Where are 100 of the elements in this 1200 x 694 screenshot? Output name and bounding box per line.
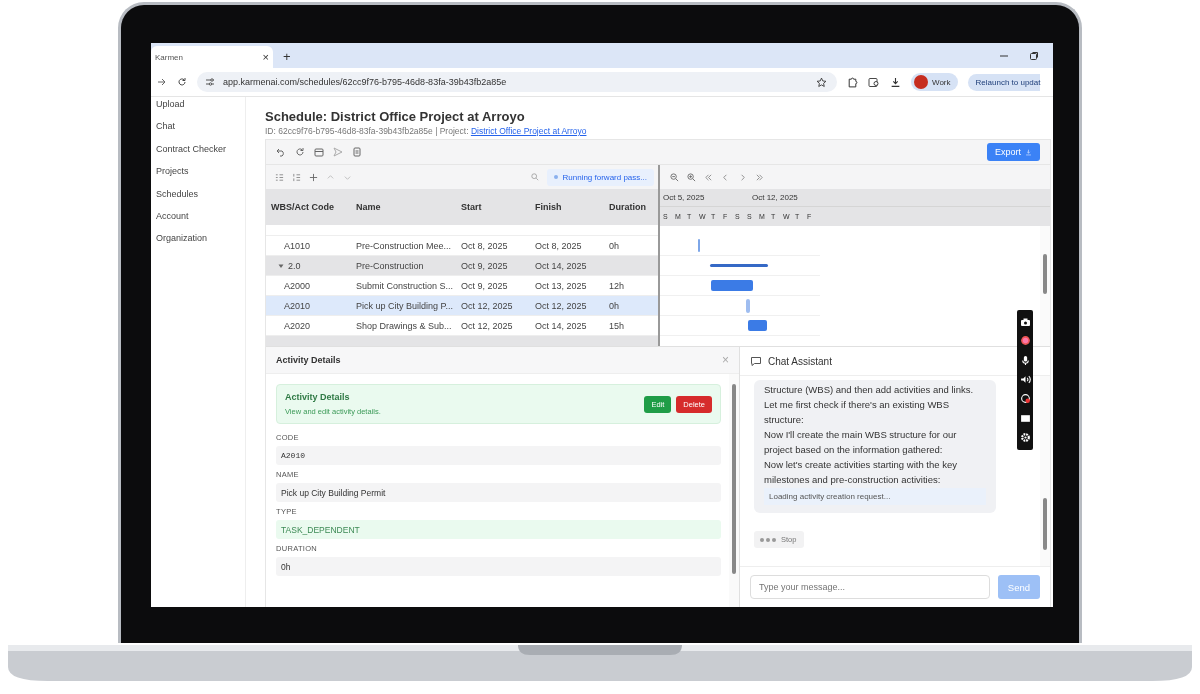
- table-cell: 15h: [609, 320, 625, 331]
- webcam-icon[interactable]: [1019, 393, 1031, 405]
- table-cell: 0h: [609, 240, 619, 251]
- status-badge: Running forward pass...: [546, 168, 654, 186]
- message-text: Now let's create activities starting with the key milestones and pre-construction activities:: [764, 458, 958, 487]
- table-cell-text: Oct 13, 2025: [534, 280, 588, 291]
- indent-icon[interactable]: [275, 172, 284, 182]
- typing-dots-icon: [760, 537, 776, 542]
- card-title: Activity Details: [285, 392, 351, 402]
- column-header[interactable]: Finish: [530, 202, 604, 212]
- zoom-out-icon[interactable]: [670, 172, 679, 182]
- table-cell-text: Pre-Construction: [355, 260, 425, 271]
- export-button[interactable]: Export: [987, 143, 1040, 161]
- calendar-icon[interactable]: [314, 147, 324, 157]
- camera-icon[interactable]: [1019, 317, 1031, 328]
- double-chevron-right-icon[interactable]: [755, 172, 764, 182]
- table-cell-text: Oct 9, 2025: [460, 260, 509, 271]
- table-cell-text: Oct 14, 2025: [534, 320, 588, 331]
- extensions-icon[interactable]: [847, 76, 858, 88]
- relaunch-button[interactable]: Relaunch to updat: [967, 73, 1041, 91]
- address-bar[interactable]: app.karmenai.com/schedules/62cc9f76-b795-46d8-83fa-39b43fb2a85e: [197, 72, 837, 92]
- week-label: Oct 12, 2025: [751, 193, 799, 202]
- chevron-right-icon[interactable]: [738, 172, 747, 182]
- table-cell: A2000: [284, 280, 311, 291]
- caret-icon[interactable]: [278, 262, 284, 269]
- input-field[interactable]: Pick up City Building Permit: [276, 483, 721, 502]
- table-cell-text: Submit Construction S...: [355, 280, 455, 291]
- window-icon[interactable]: [1019, 412, 1031, 424]
- table-row[interactable]: A2010 Pick up City Building P... Oct 12, 2025 Oct 12, 2025 0h: [266, 296, 658, 316]
- table-cell: A2020: [284, 320, 311, 331]
- schedule-title: Schedule: District Office Project at Arroyo: [265, 109, 526, 124]
- forward-icon[interactable]: [157, 77, 167, 87]
- table-cell-text: Oct 8, 2025: [460, 240, 509, 251]
- undo-icon[interactable]: [276, 147, 286, 157]
- tab-close[interactable]: ×: [262, 51, 269, 63]
- site-settings-icon[interactable]: [205, 77, 215, 87]
- schedule-id-line: ID: 62cc9f76-b795-46d8-83fa-39b43fb2a85e | Project: District Office Project at Arroyo: [265, 126, 588, 136]
- reload-icon[interactable]: [177, 77, 187, 87]
- table-cell-text: Pick up City Building P...: [355, 300, 454, 311]
- tab-title[interactable]: Karmen: [155, 52, 263, 62]
- panel-title: Chat Assistant: [768, 355, 832, 367]
- loading-message: Loading activity creation request...: [764, 488, 986, 505]
- table-row[interactable]: 2.0 Pre-Construction Oct 9, 2025 Oct 14, 2025: [266, 256, 658, 276]
- zoom-in-icon[interactable]: [687, 172, 696, 182]
- column-header[interactable]: WBS/Act Code: [266, 202, 351, 212]
- table-cell: A2010: [284, 300, 311, 311]
- settings-icon[interactable]: [1019, 431, 1031, 443]
- tab-search-icon[interactable]: [868, 76, 880, 88]
- table-cell-text: Oct 14, 2025: [534, 260, 588, 271]
- sidebar-item[interactable]: Projects: [156, 166, 245, 189]
- new-tab-button[interactable]: +: [283, 49, 291, 64]
- table-cell: 0h: [609, 300, 619, 311]
- double-chevron-left-icon[interactable]: [704, 172, 713, 182]
- project-link[interactable]: District Office Project at Arroyo: [470, 126, 587, 136]
- table-cell-text: Pre-Construction Mee...: [355, 240, 453, 251]
- sidebar-item[interactable]: Contract Checker: [156, 143, 245, 167]
- restore-icon[interactable]: [1029, 51, 1039, 61]
- table-cell-text: Shop Drawings & Sub...: [355, 320, 453, 331]
- redo-icon[interactable]: [295, 147, 305, 157]
- star-icon[interactable]: [816, 76, 827, 88]
- record-icon[interactable]: [1019, 335, 1031, 347]
- sidebar-item[interactable]: Upload: [156, 99, 245, 122]
- sidebar-item[interactable]: Schedules: [156, 188, 245, 211]
- message-text: Now I'll create the main WBS structure for our project based on the information gathered:: [764, 428, 958, 457]
- scrollbar[interactable]: [1040, 376, 1050, 566]
- search-icon[interactable]: [530, 173, 539, 181]
- message-text: Structure (WBS) and then add activities and links.: [764, 383, 975, 397]
- table-cell: 12h: [609, 280, 625, 291]
- chevron-left-icon[interactable]: [721, 172, 730, 182]
- chat-bubble-icon: [750, 355, 762, 367]
- table-cell-text: Oct 12, 2025: [460, 300, 514, 311]
- table-cell-text: Oct 12, 2025: [460, 320, 514, 331]
- sidebar-item[interactable]: Account: [156, 210, 245, 234]
- message-text: Let me first check if there's an existing WBS structure:: [764, 398, 951, 427]
- table-cell: A1010: [284, 240, 311, 251]
- table-cell-text: Oct 12, 2025: [534, 300, 588, 311]
- column-header[interactable]: Duration: [604, 202, 658, 212]
- sidebar-item[interactable]: Chat: [156, 121, 245, 144]
- table-cell-text: Oct 8, 2025: [534, 240, 583, 251]
- download-icon[interactable]: [890, 76, 901, 88]
- sidebar-item[interactable]: Organization: [156, 233, 245, 256]
- scrollbar[interactable]: [729, 374, 739, 607]
- microphone-icon[interactable]: [1019, 354, 1031, 366]
- speaker-icon[interactable]: [1019, 374, 1031, 385]
- add-icon[interactable]: [309, 172, 318, 182]
- panel-title: Activity Details: [276, 355, 341, 365]
- outdent-icon[interactable]: [292, 172, 301, 182]
- column-header[interactable]: Name: [351, 202, 456, 212]
- message-input[interactable]: Type your message...: [750, 575, 990, 599]
- input-field[interactable]: TASK_DEPENDENT: [276, 520, 721, 539]
- column-header[interactable]: Start: [456, 202, 530, 212]
- input-field[interactable]: 0h: [276, 557, 721, 576]
- profile-button[interactable]: Work: [911, 73, 958, 91]
- scrollbar[interactable]: [1040, 226, 1050, 346]
- document-icon[interactable]: [352, 147, 362, 157]
- table-cell: 2.0: [288, 260, 301, 271]
- download-icon: [1025, 148, 1032, 156]
- input-field[interactable]: A2010: [276, 446, 721, 465]
- week-label: Oct 5, 2025: [662, 193, 706, 202]
- table-cell-text: Oct 9, 2025: [460, 280, 509, 291]
